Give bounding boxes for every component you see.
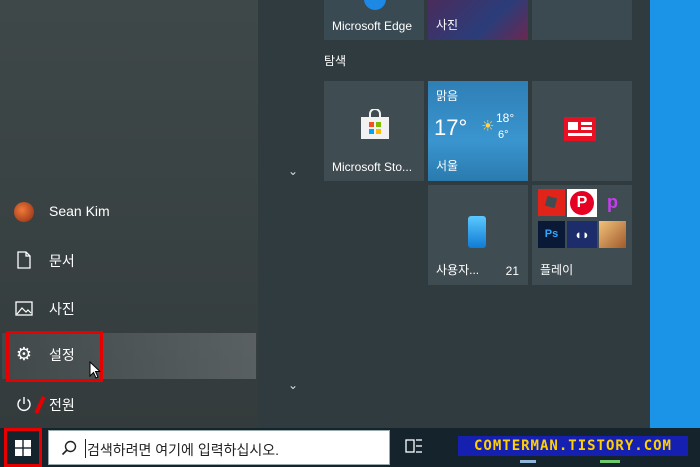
taskbar-search-box[interactable]: 검색하려면 여기에 입력하십시오.: [48, 430, 390, 465]
tile-store[interactable]: Microsoft Sto...: [324, 81, 424, 181]
menu-power-label: 전원: [49, 397, 75, 413]
menu-item-user[interactable]: Sean Kim: [0, 192, 258, 232]
tile-news[interactable]: [532, 81, 632, 181]
tile-photos[interactable]: 사진: [428, 0, 528, 40]
menu-documents-label: 문서: [49, 253, 75, 269]
watermark: COMTERMAN.TISTORY.COM: [458, 436, 688, 456]
news-icon: [564, 117, 596, 141]
weather-condition: 맑음: [436, 89, 459, 103]
tile-top-empty[interactable]: [532, 0, 632, 40]
tile-play-label: 플레이: [540, 263, 574, 277]
edge-icon: [364, 0, 386, 10]
task-view-icon: [405, 439, 422, 453]
sun-icon: ☀: [481, 118, 495, 135]
mouse-cursor-icon: [89, 361, 101, 379]
menu-item-pictures[interactable]: 사진: [0, 288, 258, 328]
power-icon: [14, 394, 34, 414]
tile-phone-label: 사용자...: [436, 263, 480, 277]
pinterest-icon: P: [567, 189, 597, 217]
tile-your-phone[interactable]: 사용자... 21: [428, 185, 528, 285]
text-cursor: [85, 439, 86, 458]
tile-group-label: 탐색: [324, 54, 347, 68]
search-placeholder: 검색하려면 여기에 입력하십시오.: [87, 442, 279, 458]
dolby-icon: ◖◗: [567, 221, 597, 248]
tile-photos-label: 사진: [436, 18, 459, 32]
tile-store-label: Microsoft Sto...: [332, 160, 413, 174]
roblox-icon: [538, 189, 565, 216]
tile-weather[interactable]: 맑음 17° ☀ 18° 6° 서울: [428, 81, 528, 181]
weather-city: 서울: [436, 159, 459, 173]
weather-temp: 17°: [434, 115, 468, 140]
image-icon: [14, 298, 34, 318]
chevron-down-icon[interactable]: ⌄: [288, 378, 298, 392]
photoshop-icon: Ps: [538, 221, 565, 248]
taskbar-app-icon[interactable]: [520, 460, 536, 463]
phone-icon: [468, 216, 486, 248]
start-highlight-box: [4, 428, 42, 467]
picsart-icon: p: [607, 192, 618, 212]
tile-edge-label: Microsoft Edge: [332, 19, 413, 33]
menu-item-documents[interactable]: 문서: [0, 240, 258, 280]
tile-edge[interactable]: Microsoft Edge: [324, 0, 424, 40]
tile-phone-badge: 21: [505, 264, 519, 278]
chevron-down-icon[interactable]: ⌄: [288, 164, 298, 178]
desktop-background: [650, 0, 700, 428]
menu-pictures-label: 사진: [49, 301, 75, 317]
search-icon: [61, 440, 77, 456]
weather-high: 18°: [496, 111, 515, 125]
store-icon: [361, 109, 389, 139]
task-view-button[interactable]: [404, 436, 426, 458]
taskbar-app-icon[interactable]: [600, 460, 620, 463]
document-icon: [14, 250, 34, 270]
menu-user-name: Sean Kim: [49, 203, 110, 219]
weather-low: 6°: [498, 129, 509, 141]
avatar: [14, 202, 34, 222]
tile-play-folder[interactable]: P p Ps ◖◗ 플레이: [532, 185, 632, 285]
game-icon: [599, 221, 626, 248]
